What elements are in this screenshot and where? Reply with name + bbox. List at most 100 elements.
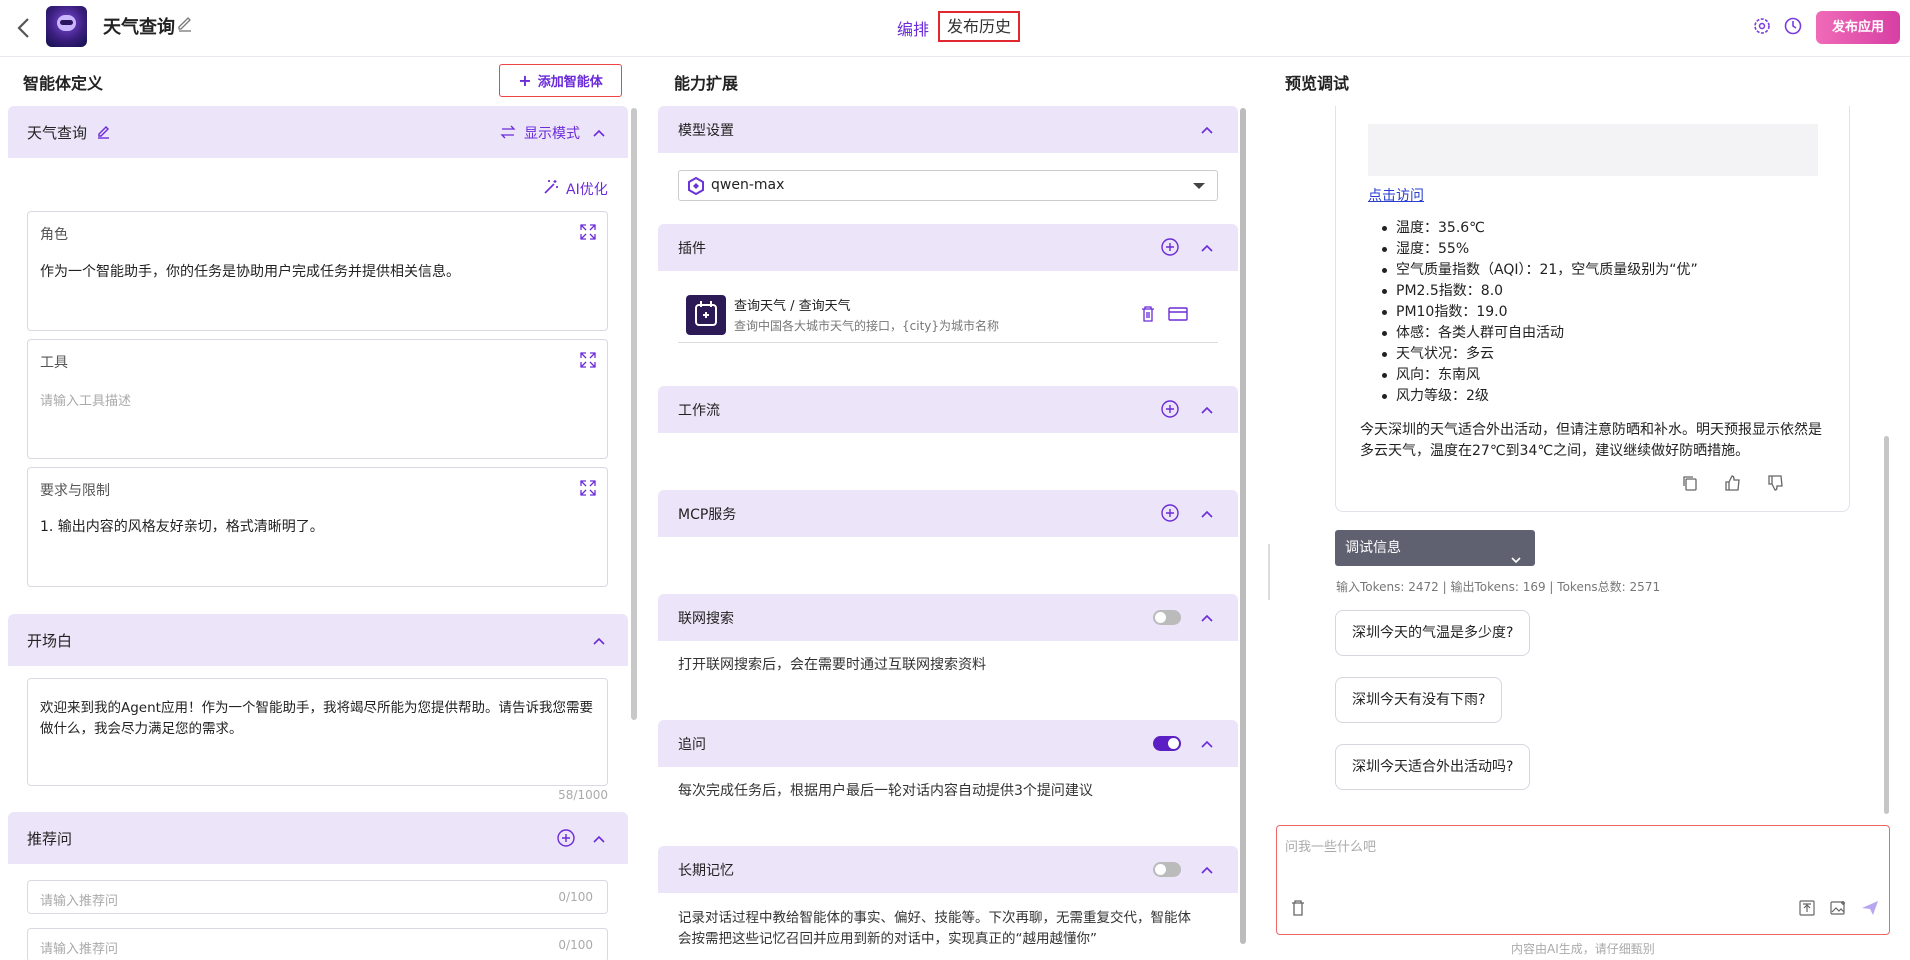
list-item: 空气质量指数（AQI）：21，空气质量级别为“优” <box>1368 260 1698 281</box>
recommend-input[interactable]: 请输入推荐问 0/100 <box>27 928 608 960</box>
mcp-title: MCP服务 <box>678 507 737 523</box>
model-value: qwen-max <box>711 177 785 193</box>
follow-up-card: 追问 每次完成任务后，根据用户最后一轮对话内容自动提供3个提问建议 <box>658 720 1238 834</box>
collapse-chevron-icon[interactable] <box>1200 736 1214 750</box>
follow-up-toggle[interactable] <box>1153 736 1181 751</box>
list-item: 风向：东南风 <box>1368 365 1698 386</box>
history-clock-icon[interactable] <box>1783 16 1803 36</box>
edit-name-icon[interactable] <box>96 123 112 139</box>
capability-panel: 模型设置 qwen-max 插件 查询天气 / 查询天气 查询中国各大城市天气的… <box>658 106 1238 960</box>
magic-wand-icon[interactable] <box>542 178 560 196</box>
expand-icon[interactable] <box>579 351 597 369</box>
plugin-title: 插件 <box>678 241 706 257</box>
model-select[interactable]: qwen-max <box>678 170 1218 201</box>
web-search-toggle[interactable] <box>1153 610 1181 625</box>
delete-trash-icon[interactable] <box>1140 305 1156 323</box>
collapse-chevron-icon[interactable] <box>592 633 606 647</box>
collapse-chevron-icon[interactable] <box>1200 240 1214 254</box>
copy-icon[interactable] <box>1681 474 1699 492</box>
debug-info-dropdown[interactable]: 调试信息 <box>1335 530 1535 566</box>
agent-card: 天气查询 显示模式 AI优化 角色 作为一个智能助手，你的任务是协助用户完成任务… <box>8 106 628 606</box>
window-icon[interactable] <box>1168 306 1188 322</box>
app-avatar <box>46 6 87 47</box>
chevron-down-icon <box>1511 543 1521 564</box>
collapse-chevron-icon[interactable] <box>592 831 606 845</box>
clear-trash-icon[interactable] <box>1291 900 1305 916</box>
tab-arrange[interactable]: 编排 <box>897 16 929 40</box>
web-search-title: 联网搜索 <box>678 611 734 627</box>
token-stats: 输入Tokens: 2472 | 输出Tokens: 169 | Tokens总… <box>1336 580 1661 594</box>
edit-icon[interactable] <box>176 14 194 32</box>
recommend-header: 推荐问 <box>8 812 628 864</box>
long-memory-desc: 记录对话过程中教给智能体的事实、偏好、技能等。下次再聊，无需重复交代，智能体 <box>678 910 1191 926</box>
recommend-count: 0/100 <box>558 938 593 952</box>
display-mode-toggle[interactable]: 显示模式 <box>524 123 580 143</box>
add-circle-icon[interactable] <box>1160 237 1180 257</box>
add-circle-icon[interactable] <box>1160 503 1180 523</box>
requirements-text: 1. 输出内容的风格友好亲切，格式清晰明了。 <box>40 519 324 535</box>
middle-scrollbar[interactable] <box>1240 108 1246 944</box>
suggestion-chip[interactable]: 深圳今天的气温是多少度? <box>1335 610 1531 656</box>
list-item: 湿度：55% <box>1368 239 1698 260</box>
switch-mode-icon[interactable] <box>500 124 516 140</box>
mcp-card: MCP服务 <box>658 490 1238 586</box>
long-memory-desc: 会按需把这些记忆召回并应用到新的对话中，实现真正的“越用越懂你” <box>678 931 1097 947</box>
long-memory-card: 长期记忆 记录对话过程中教给智能体的事实、偏好、技能等。下次再聊，无需重复交代，… <box>658 846 1238 960</box>
expand-icon[interactable] <box>579 223 597 241</box>
visit-link[interactable]: 点击访问 <box>1368 185 1424 205</box>
tab-publish-history[interactable]: 发布历史 <box>938 11 1020 42</box>
tools-placeholder: 请输入工具描述 <box>40 394 132 409</box>
thumbs-up-icon[interactable] <box>1724 474 1742 492</box>
add-circle-icon[interactable] <box>556 828 576 848</box>
tools-box[interactable]: 工具 请输入工具描述 <box>27 339 608 459</box>
chat-input[interactable]: 问我一些什么吧 <box>1276 825 1890 935</box>
thumbs-down-icon[interactable] <box>1767 474 1785 492</box>
send-icon[interactable] <box>1861 900 1879 916</box>
role-box[interactable]: 角色 作为一个智能助手，你的任务是协助用户完成任务并提供相关信息。 <box>27 211 608 331</box>
expand-icon[interactable] <box>579 479 597 497</box>
message-actions <box>1681 474 1805 492</box>
left-scrollbar[interactable] <box>631 108 637 720</box>
requirements-box[interactable]: 要求与限制 1. 输出内容的风格友好亲切，格式清晰明了。 <box>27 467 608 587</box>
workflow-title: 工作流 <box>678 403 720 419</box>
agent-definition-panel: 天气查询 显示模式 AI优化 角色 作为一个智能助手，你的任务是协助用户完成任务… <box>8 106 628 960</box>
collapse-chevron-icon[interactable] <box>1200 122 1214 136</box>
back-arrow-icon[interactable] <box>14 14 34 42</box>
app-title: 天气查询 <box>103 17 175 38</box>
ai-optimize-button[interactable]: AI优化 <box>566 179 608 199</box>
collapse-chevron-icon[interactable] <box>1200 862 1214 876</box>
recommend-placeholder: 请输入推荐问 <box>40 894 119 909</box>
add-circle-icon[interactable] <box>1160 399 1180 419</box>
opening-textarea[interactable]: 欢迎来到我的Agent应用！作为一个智能助手，我将竭尽所能为您提供帮助。请告诉我… <box>27 678 608 786</box>
chat-scrollbar[interactable] <box>1884 436 1889 814</box>
qwen-logo-icon <box>687 176 705 196</box>
debug-label: 调试信息 <box>1345 540 1401 556</box>
agent-definition-title: 智能体定义 <box>23 74 104 93</box>
model-settings-card: 模型设置 qwen-max <box>658 106 1238 214</box>
weather-list: 温度：35.6℃ 湿度：55% 空气质量指数（AQI）：21，空气质量级别为“优… <box>1368 218 1698 407</box>
collapse-chevron-icon[interactable] <box>1200 506 1214 520</box>
collapse-chevron-icon[interactable] <box>1200 402 1214 416</box>
web-search-card: 联网搜索 打开联网搜索后，会在需要时通过互联网搜索资料 <box>658 594 1238 708</box>
ai-disclaimer: 内容由AI生成，请仔细甄别 <box>1511 942 1655 956</box>
collapse-chevron-icon[interactable] <box>592 125 606 139</box>
suggestion-chip[interactable]: 深圳今天有没有下雨? <box>1335 677 1503 723</box>
settings-gear-icon[interactable] <box>1752 16 1772 36</box>
recommend-input[interactable]: 请输入推荐问 0/100 <box>27 880 608 914</box>
agent-name: 天气查询 <box>27 124 88 142</box>
publish-button[interactable]: 发布应用 <box>1816 11 1900 44</box>
long-memory-title: 长期记忆 <box>678 863 734 879</box>
plugin-icon <box>686 295 726 335</box>
list-item: PM10指数：19.0 <box>1368 302 1698 323</box>
collapse-chevron-icon[interactable] <box>1200 610 1214 624</box>
recommend-count: 0/100 <box>558 890 593 904</box>
upload-image-icon[interactable] <box>1830 900 1846 916</box>
add-agent-button[interactable]: + 添加智能体 <box>499 64 622 97</box>
content-placeholder-block <box>1368 124 1818 176</box>
top-bar: 天气查询 编排 发布历史 发布应用 <box>0 0 1910 57</box>
suggestion-chip[interactable]: 深圳今天适合外出活动吗? <box>1335 744 1531 790</box>
chat-placeholder: 问我一些什么吧 <box>1285 840 1377 855</box>
list-item: PM2.5指数：8.0 <box>1368 281 1698 302</box>
long-memory-toggle[interactable] <box>1153 862 1181 877</box>
upload-file-icon[interactable] <box>1799 900 1815 916</box>
